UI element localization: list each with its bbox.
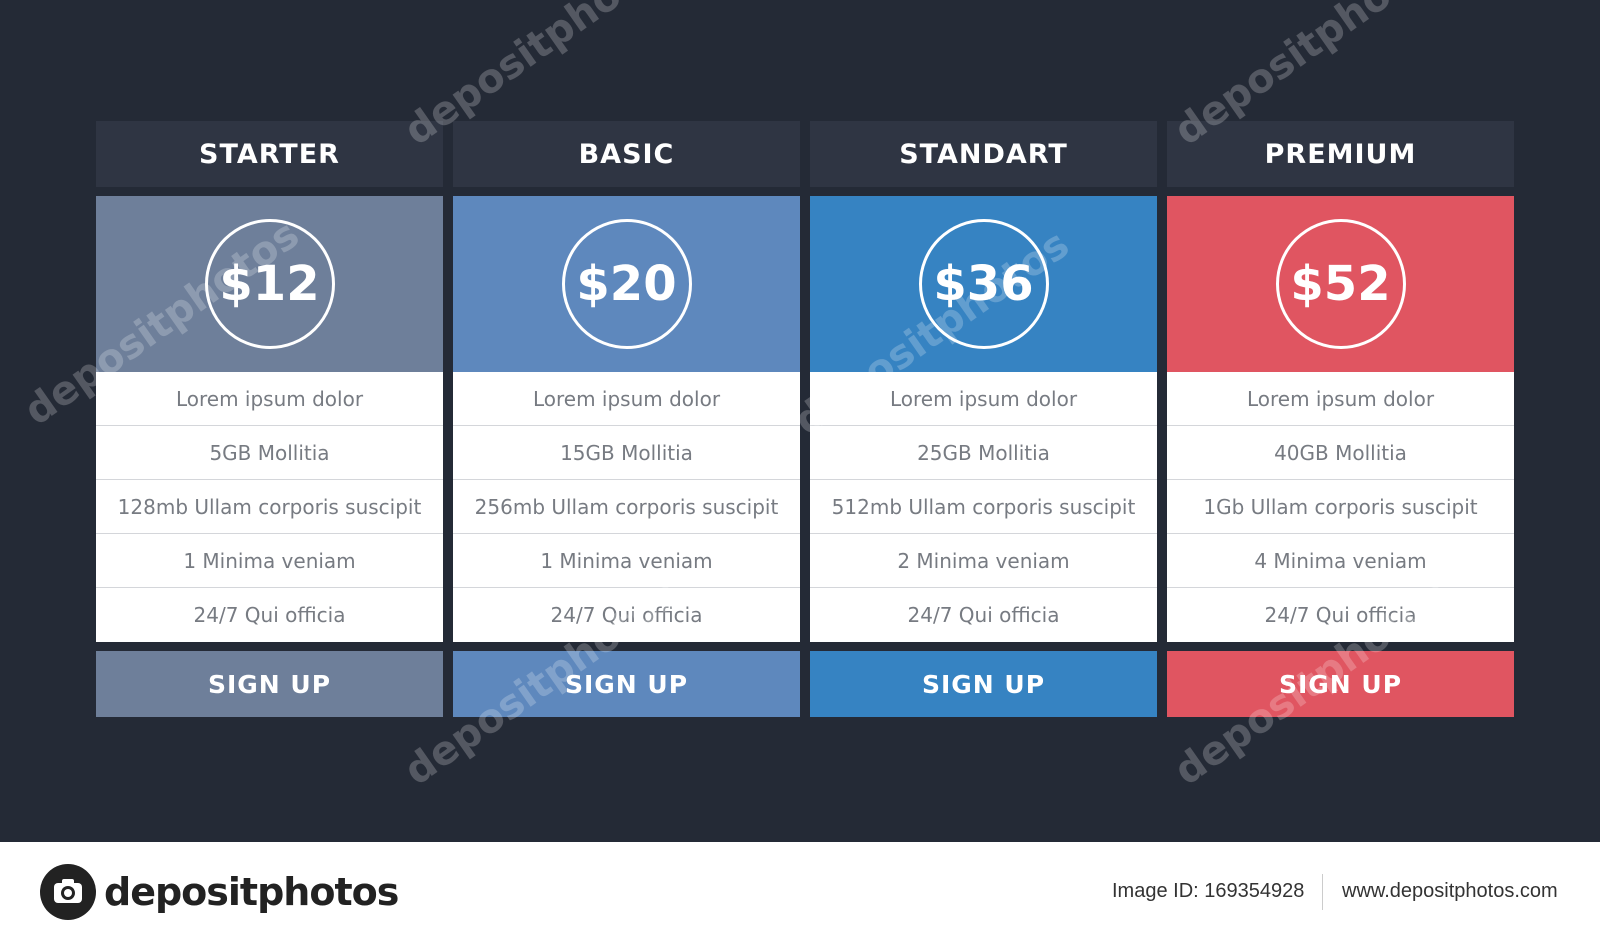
- price-band: $52: [1167, 196, 1514, 372]
- feature-item: Lorem ipsum dolor: [96, 372, 443, 426]
- plan-name: STANDART: [810, 121, 1157, 187]
- plan-standart: STANDART $36 Lorem ipsum dolor 25GB Moll…: [810, 121, 1157, 717]
- feature-list: Lorem ipsum dolor 40GB Mollitia 1Gb Ulla…: [1167, 372, 1514, 642]
- price: $52: [1275, 219, 1406, 349]
- feature-item: 1Gb Ullam corporis suscipit: [1167, 480, 1514, 534]
- feature-item: 24/7 Qui officia: [1264, 603, 1417, 627]
- feature-item: 1 Minima veniam: [453, 534, 800, 588]
- footer-bar: depositphotos Image ID: 169354928 www.de…: [0, 842, 1600, 942]
- price: $12: [204, 219, 335, 349]
- feature-item: 24/7 Qui officia: [193, 603, 346, 627]
- sign-up-button[interactable]: SIGN UP: [96, 651, 443, 717]
- sign-up-button[interactable]: SIGN UP: [453, 651, 800, 717]
- logo-text: depositphotos: [104, 870, 399, 914]
- sign-up-button[interactable]: SIGN UP: [810, 651, 1157, 717]
- feature-list: Lorem ipsum dolor 15GB Mollitia 256mb Ul…: [453, 372, 800, 642]
- footer-divider: [1322, 874, 1323, 910]
- pricing-stage: STARTER $12 Lorem ipsum dolor 5GB Mollit…: [0, 0, 1600, 842]
- feature-item: Lorem ipsum dolor: [1167, 372, 1514, 426]
- feature-item: 40GB Mollitia: [1167, 426, 1514, 480]
- camera-icon: [40, 864, 96, 920]
- feature-item: Lorem ipsum dolor: [453, 372, 800, 426]
- feature-list: Lorem ipsum dolor 25GB Mollitia 512mb Ul…: [810, 372, 1157, 642]
- plan-basic: BASIC $20 Lorem ipsum dolor 15GB Molliti…: [453, 121, 800, 717]
- pricing-table: STARTER $12 Lorem ipsum dolor 5GB Mollit…: [96, 121, 1514, 717]
- feature-list: Lorem ipsum dolor 5GB Mollitia 128mb Ull…: [96, 372, 443, 642]
- feature-item: 2 Minima veniam: [810, 534, 1157, 588]
- depositphotos-logo: depositphotos: [40, 864, 399, 920]
- sign-up-button[interactable]: SIGN UP: [1167, 651, 1514, 717]
- plan-name: BASIC: [453, 121, 800, 187]
- plan-starter: STARTER $12 Lorem ipsum dolor 5GB Mollit…: [96, 121, 443, 717]
- price: $20: [561, 219, 692, 349]
- feature-item: Lorem ipsum dolor: [810, 372, 1157, 426]
- price: $36: [918, 219, 1049, 349]
- price-band: $20: [453, 196, 800, 372]
- feature-item: 512mb Ullam corporis suscipit: [810, 480, 1157, 534]
- price-band: $12: [96, 196, 443, 372]
- feature-item: 256mb Ullam corporis suscipit: [453, 480, 800, 534]
- feature-item: 25GB Mollitia: [810, 426, 1157, 480]
- plan-name: STARTER: [96, 121, 443, 187]
- plan-premium: PREMIUM $52 Lorem ipsum dolor 40GB Molli…: [1167, 121, 1514, 717]
- site-url: www.depositphotos.com: [1342, 880, 1558, 902]
- price-band: $36: [810, 196, 1157, 372]
- feature-item: 4 Minima veniam: [1167, 534, 1514, 588]
- image-id: Image ID: 169354928: [1112, 880, 1305, 902]
- feature-item: 1 Minima veniam: [96, 534, 443, 588]
- feature-item: 128mb Ullam corporis suscipit: [96, 480, 443, 534]
- feature-item: 24/7 Qui officia: [907, 603, 1060, 627]
- feature-item: 24/7 Qui officia: [550, 603, 703, 627]
- feature-item: 5GB Mollitia: [96, 426, 443, 480]
- feature-item: 15GB Mollitia: [453, 426, 800, 480]
- plan-name: PREMIUM: [1167, 121, 1514, 187]
